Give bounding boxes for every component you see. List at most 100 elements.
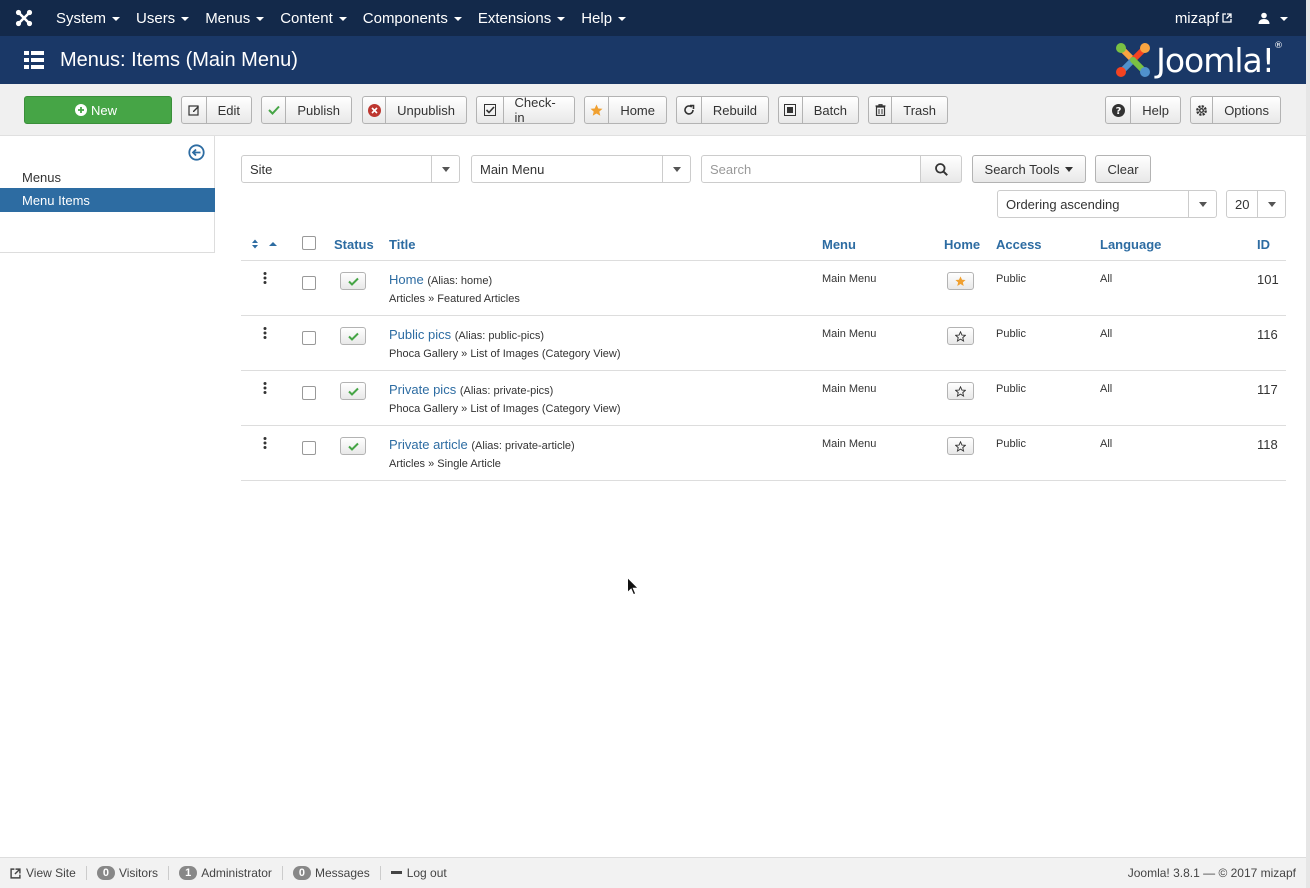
administrator-link[interactable]: 1 Administrator [169, 866, 282, 880]
logout-link[interactable]: Log out [381, 866, 457, 880]
item-title-link[interactable]: Private pics [389, 382, 456, 397]
sidebar-item-menu-items[interactable]: Menu Items [0, 188, 215, 212]
home-toggle[interactable] [947, 272, 974, 290]
menu-content[interactable]: Content [272, 0, 355, 36]
table-row: Public pics (Alias: public-pics) Phoca G… [241, 316, 1286, 371]
header-status[interactable]: Status [334, 237, 374, 252]
ordering-select[interactable]: Ordering ascending [997, 190, 1217, 218]
joomla-logo-icon [1116, 43, 1151, 77]
item-title-link[interactable]: Private article [389, 437, 468, 452]
drag-handle-icon[interactable] [263, 272, 267, 287]
check-icon [262, 97, 287, 123]
caret-down-icon [662, 156, 690, 182]
caret-down-icon [1280, 17, 1288, 21]
row-checkbox[interactable] [302, 276, 316, 290]
menu-system[interactable]: System [48, 0, 128, 36]
published-toggle[interactable] [340, 272, 366, 290]
item-access: Public [996, 273, 1026, 285]
home-toggle[interactable] [947, 327, 974, 345]
select-all-checkbox[interactable] [302, 236, 316, 250]
star-filled-icon [955, 275, 966, 286]
visitors-link[interactable]: 0 Visitors [87, 866, 168, 880]
drag-handle-icon[interactable] [263, 327, 267, 342]
row-checkbox[interactable] [302, 331, 316, 345]
caret-down-icon [618, 17, 627, 21]
row-checkbox[interactable] [302, 441, 316, 455]
svg-text:?: ? [1115, 106, 1121, 117]
item-menu: Main Menu [822, 328, 877, 340]
table-row: Private pics (Alias: private-pics) Phoca… [241, 371, 1286, 426]
check-icon [347, 277, 359, 286]
home-toggle[interactable] [947, 437, 974, 455]
published-toggle[interactable] [340, 382, 366, 400]
site-link[interactable]: mizapf [1161, 10, 1246, 27]
new-button[interactable]: New [24, 96, 172, 124]
menu-extensions[interactable]: Extensions [470, 0, 573, 36]
search-tools-button[interactable]: Search Tools [972, 155, 1086, 183]
drag-handle-icon[interactable] [263, 382, 267, 397]
plus-circle-icon [74, 104, 87, 116]
minus-icon [390, 871, 402, 874]
top-navbar: System Users Menus Content Components Ex… [0, 0, 1310, 36]
header-id[interactable]: ID [1257, 237, 1270, 252]
unpublish-button[interactable]: Unpublish [362, 96, 467, 124]
item-access: Public [996, 328, 1026, 340]
help-button[interactable]: ? Help [1105, 96, 1181, 124]
header-language[interactable]: Language [1100, 237, 1161, 252]
external-link-icon [1222, 13, 1232, 23]
published-toggle[interactable] [340, 327, 366, 345]
drag-handle-icon[interactable] [263, 437, 267, 452]
star-icon [585, 97, 610, 123]
star-empty-icon [955, 330, 966, 342]
home-button[interactable]: Home [584, 96, 667, 124]
search-icon [934, 162, 948, 176]
header-title[interactable]: Title [389, 237, 416, 252]
star-empty-icon [955, 385, 966, 397]
batch-button[interactable]: Batch [778, 96, 859, 124]
menu-select[interactable]: Main Menu [471, 155, 691, 183]
published-toggle[interactable] [340, 437, 366, 455]
page-scrollbar[interactable] [1306, 0, 1310, 888]
menu-components[interactable]: Components [355, 0, 470, 36]
options-button[interactable]: Options [1190, 96, 1281, 124]
header-menu[interactable]: Menu [822, 237, 856, 252]
checkbox-checked-icon [477, 97, 504, 123]
messages-link[interactable]: 0 Messages [283, 866, 380, 880]
edit-button[interactable]: Edit [181, 96, 252, 124]
joomla-menu-logo-icon[interactable] [0, 0, 48, 36]
table-row: Private article (Alias: private-article)… [241, 426, 1286, 481]
clear-button[interactable]: Clear [1095, 155, 1151, 183]
sidebar-collapse-icon[interactable] [188, 144, 205, 164]
table-row: Home (Alias: home) Articles » Featured A… [241, 261, 1286, 316]
user-menu-button[interactable] [1246, 12, 1300, 24]
trash-button[interactable]: Trash [868, 96, 948, 124]
item-title-link[interactable]: Home [389, 272, 424, 287]
sidebar-item-menus[interactable]: Menus [0, 165, 215, 189]
rebuild-button[interactable]: Rebuild [676, 96, 769, 124]
limit-select[interactable]: 20 [1226, 190, 1286, 218]
checkin-button[interactable]: Check-in [476, 95, 575, 125]
search-input[interactable] [701, 155, 921, 183]
item-alias: (Alias: home) [427, 275, 493, 287]
check-icon [347, 442, 359, 451]
view-site-link[interactable]: View Site [0, 866, 86, 880]
joomla-logo-text: Joomla!® [1156, 40, 1283, 80]
client-select[interactable]: Site [241, 155, 460, 183]
menu-menus[interactable]: Menus [197, 0, 272, 36]
item-language: All [1100, 383, 1113, 395]
caret-down-icon [1257, 191, 1285, 217]
caret-down-icon [557, 17, 566, 21]
menu-help[interactable]: Help [573, 0, 634, 36]
menu-users[interactable]: Users [128, 0, 197, 36]
search-button[interactable] [920, 155, 962, 183]
item-menu: Main Menu [822, 273, 877, 285]
home-toggle[interactable] [947, 382, 974, 400]
sort-ordering-icon[interactable] [251, 238, 279, 253]
caret-down-icon [1188, 191, 1216, 217]
publish-button[interactable]: Publish [261, 96, 352, 124]
header-access[interactable]: Access [996, 237, 1042, 252]
header-home[interactable]: Home [944, 237, 980, 252]
row-checkbox[interactable] [302, 386, 316, 400]
item-access: Public [996, 438, 1026, 450]
item-title-link[interactable]: Public pics [389, 327, 451, 342]
